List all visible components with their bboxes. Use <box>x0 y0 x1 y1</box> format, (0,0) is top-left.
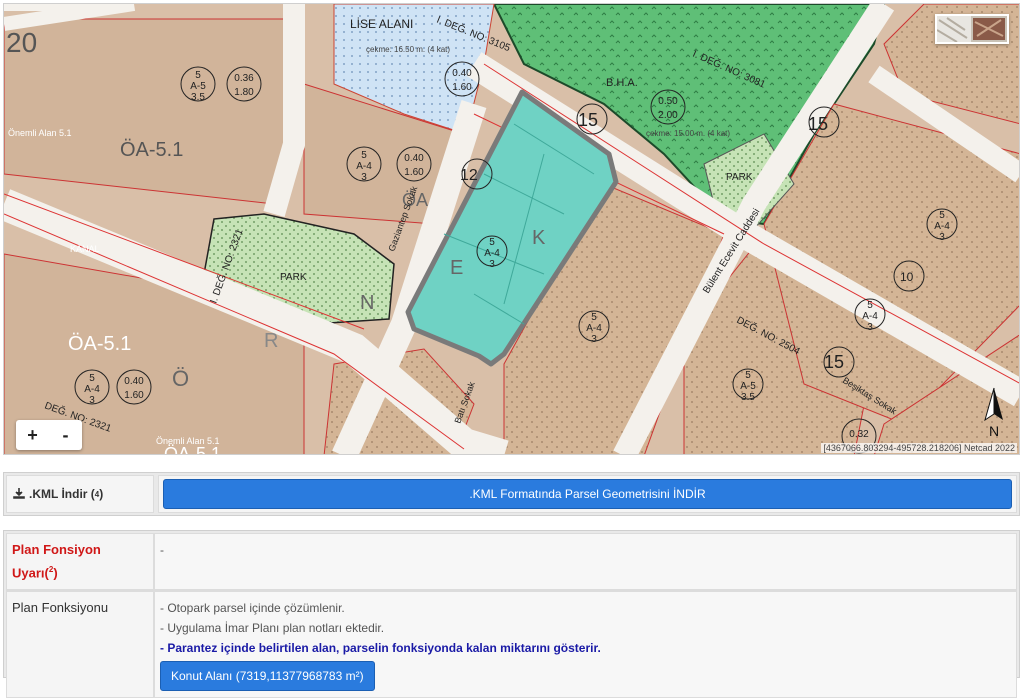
label-num10: 10 <box>900 270 914 284</box>
zone-a5-a: A-5 <box>190 81 206 92</box>
kml-cell: .KML Formatında Parsel Geometrisini İNDİ… <box>158 475 1017 513</box>
download-icon <box>13 487 25 502</box>
map-coordinates: [4367066.803294-495728.218206] Netcad 20… <box>821 443 1017 453</box>
label-letter-r: R <box>264 330 278 352</box>
zone-a4-c: A-4 <box>586 323 602 334</box>
zoom-control: + - <box>16 420 82 450</box>
label-oa51-left: ÖA-5.1 <box>68 333 131 355</box>
plan-function-value: - Otopark parsel içinde çözümlenir. - Uy… <box>154 591 1017 698</box>
label-oa51-bottom: ÖA-5.1 <box>164 444 221 455</box>
residential-area-button[interactable]: Konut Alanı (7319,11377968783 m²) <box>160 661 375 692</box>
zoom-out-button[interactable]: - <box>49 420 82 450</box>
ratio-160-b: 1.60 <box>404 167 424 178</box>
zone-3-b: 3 <box>361 172 367 183</box>
plan-warning-value: - <box>154 533 1017 591</box>
zone-3-c: 3 <box>591 334 597 345</box>
zoning-map[interactable]: 20 ÖA-5.1 Önemli Alan 5.1 ÖA ÖA-5.1 Ö Ön… <box>4 4 1020 455</box>
zone-a4-lb: A-4 <box>84 384 100 395</box>
plan-warning-label: Plan Fonsiyon Uyarı(2) <box>6 533 154 591</box>
zone-a4-b: A-4 <box>356 161 372 172</box>
ratio-050: 0.50 <box>658 96 678 107</box>
zone-5-d: 5 <box>745 370 751 381</box>
zone-5-c: 5 <box>591 312 597 323</box>
zone-5-f: 5 <box>939 210 945 221</box>
zone-5-b: 5 <box>361 150 367 161</box>
label-num15a: 15 <box>578 110 598 130</box>
zone-3-e: 3 <box>867 322 873 333</box>
label-onemli1: Önemli Alan 5.1 <box>8 128 72 138</box>
zone-a5-d: A-5 <box>740 381 756 392</box>
zone-3-lb: 3 <box>89 395 95 406</box>
plan-function-row: Plan Fonksiyonu - Otopark parsel içinde … <box>6 591 1017 698</box>
zone-5-a: 5 <box>195 70 201 81</box>
zone-3-f: 3 <box>939 232 945 243</box>
label-bha: B.H.A. <box>606 77 638 89</box>
plan-note-bold: - Parantez içinde belirtilen alan, parse… <box>160 641 601 656</box>
plan-info-table: Plan Fonsiyon Uyarı(2) - Plan Fonksiyonu… <box>3 530 1020 698</box>
ratio-032: 0.32 <box>849 429 869 440</box>
zone-5-e: 5 <box>867 300 873 311</box>
north-label: N <box>989 423 999 439</box>
label-num15c: 15 <box>824 352 844 372</box>
plan-warning-close: ) <box>53 565 58 581</box>
label-letter-e: E <box>450 257 463 279</box>
ratio-040-lise: 0.40 <box>452 68 472 79</box>
kml-label: .KML İndir (4) <box>6 475 154 513</box>
satellite-thumbnail-icon <box>936 16 1007 43</box>
kml-label-close: ) <box>99 487 104 501</box>
kml-download-row: .KML İndir (4) .KML Formatında Parsel Ge… <box>3 472 1020 516</box>
label-park1: PARK <box>280 272 307 283</box>
ratio-180: 1.80 <box>234 87 254 98</box>
zone-a4-parcel: A-4 <box>484 248 500 259</box>
plan-note-line-2: - Uygulama İmar Planı plan notları ekted… <box>160 621 385 636</box>
zone-35-a: 3.5 <box>191 92 205 103</box>
zone-a4-f: A-4 <box>934 221 950 232</box>
label-num20: 20 <box>6 27 37 58</box>
label-lise: LİSE ALANI <box>350 17 413 31</box>
zone-5-lb: 5 <box>89 373 95 384</box>
plan-warning-row: Plan Fonsiyon Uyarı(2) - <box>6 533 1017 592</box>
label-oa51-top: ÖA-5.1 <box>120 139 183 161</box>
zoom-in-button[interactable]: + <box>16 420 49 450</box>
north-arrow-icon: N <box>984 387 1003 439</box>
label-num15b: 15 <box>808 114 828 134</box>
label-cekme2: çekme: 15.00 m. (4 kat) <box>646 129 730 138</box>
plan-function-label: Plan Fonksiyonu <box>6 591 154 698</box>
label-num12: 12 <box>460 167 478 184</box>
zone-35-d: 3.5 <box>741 392 755 403</box>
label-letter-n: N <box>360 292 374 314</box>
zone-3-parcel: 3 <box>489 259 495 270</box>
ratio-040-b: 0.40 <box>404 153 424 164</box>
label-letter-o: Ö <box>172 366 189 391</box>
zone-a4-e: A-4 <box>862 311 878 322</box>
layer-switcher[interactable] <box>935 14 1009 44</box>
kml-label-text: .KML İndir ( <box>29 487 95 501</box>
ratio-036: 0.36 <box>234 73 254 84</box>
ratio-200: 2.00 <box>658 110 678 121</box>
block-oa-top-left <box>4 18 305 205</box>
kml-download-button[interactable]: .KML Formatında Parsel Geometrisini İNDİ… <box>163 479 1012 509</box>
ratio-160-lb: 1.60 <box>124 390 144 401</box>
plan-note-line-1: - Otopark parsel içinde çözümlenir. <box>160 601 345 616</box>
ratio-040-lb: 0.40 <box>124 376 144 387</box>
label-kanal: KANAL <box>70 244 100 254</box>
map-view[interactable]: 20 ÖA-5.1 Önemli Alan 5.1 ÖA ÖA-5.1 Ö Ön… <box>3 3 1020 455</box>
ratio-160-lise: 1.60 <box>452 82 472 93</box>
zone-5-parcel: 5 <box>489 237 495 248</box>
label-park2: PARK <box>726 172 753 183</box>
label-cekme1: çekme: 16.50 m. (4 kat) <box>366 45 450 54</box>
label-letter-k: K <box>532 227 546 249</box>
